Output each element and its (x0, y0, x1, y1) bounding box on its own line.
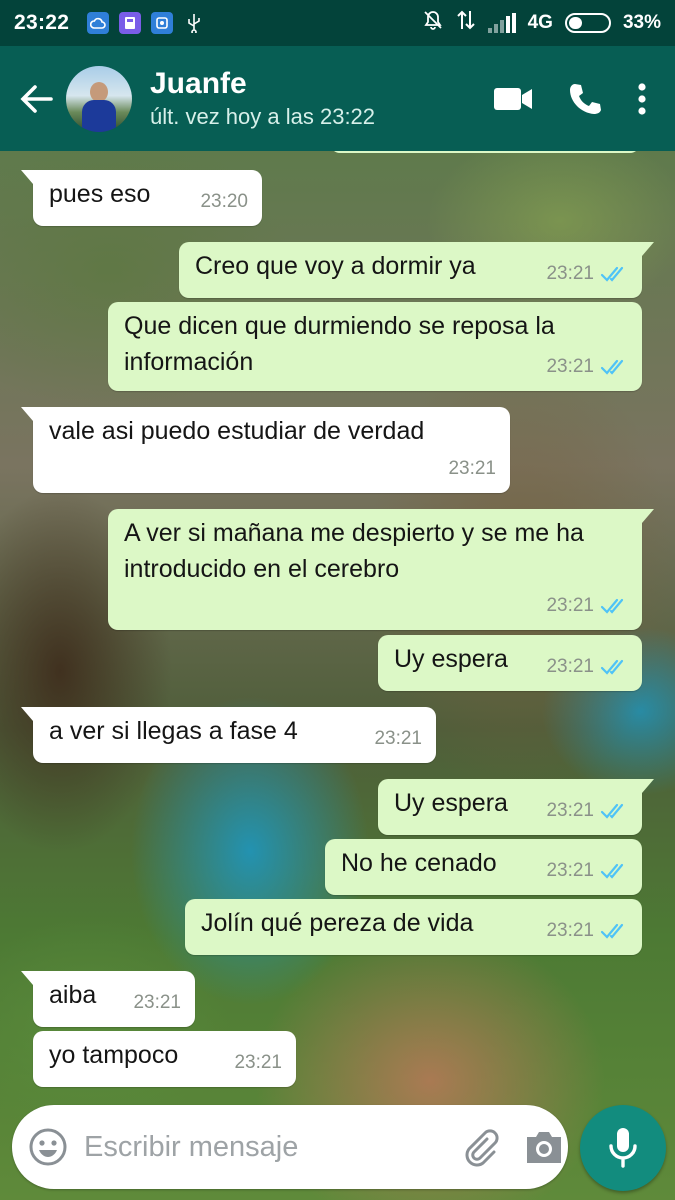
arrow-left-icon (20, 84, 53, 113)
message-outgoing[interactable]: Uy espera 23:21 (378, 635, 642, 691)
message-meta: 23:21 (234, 1045, 282, 1081)
message-meta: 23:21 (546, 913, 628, 949)
video-call-icon (494, 87, 532, 110)
message-meta: 23:20 (200, 184, 248, 220)
message-meta: 23:21 (546, 793, 628, 829)
camera-icon (527, 1132, 561, 1163)
vpn-icon (151, 12, 174, 34)
message-meta: 23:21 (133, 985, 181, 1021)
message-meta: 23:21 (546, 588, 628, 624)
data-transfer-icon (456, 9, 476, 37)
emoji-icon (29, 1128, 67, 1166)
message-incoming[interactable]: vale asi puedo estudiar de verdad 23:21 (21, 407, 510, 493)
chat-header: Juanfe últ. vez hoy a las 23:22 (0, 46, 675, 151)
message-text: A ver si mañana me despierto y se me ha … (124, 519, 584, 583)
message-composer (12, 1105, 568, 1189)
network-type: 4G (527, 12, 553, 33)
paperclip-icon (465, 1129, 499, 1167)
message-meta: 23:21 (546, 649, 628, 685)
message-text: a ver si llegas a fase 4 (49, 717, 298, 745)
back-button[interactable] (6, 69, 66, 129)
double-check-icon (600, 659, 624, 675)
message-outgoing[interactable]: Creo que voy a dormir ya 23:21 (179, 242, 654, 298)
message-time: 23:21 (546, 860, 594, 881)
message-input[interactable] (84, 1130, 461, 1164)
message-meta: 23:21 (546, 349, 628, 385)
message-time: 23:21 (234, 1052, 282, 1073)
message-meta: 23:21 (546, 853, 628, 889)
header-actions (493, 81, 647, 117)
message-outgoing[interactable]: No he cenado 23:21 (325, 839, 642, 895)
contact-name: Juanfe (150, 66, 247, 100)
message-text: vale asi puedo estudiar de verdad (49, 417, 425, 445)
message-incoming[interactable]: yo tampoco 23:21 (33, 1031, 296, 1087)
cloud-icon (87, 12, 110, 34)
signal-icon (487, 13, 516, 33)
more-options-icon (638, 82, 646, 115)
battery-percent: 33% (622, 12, 661, 33)
message-time: 23:21 (374, 728, 422, 749)
message-time: 23:21 (546, 656, 594, 677)
notification-icons (87, 12, 205, 34)
phone-call-icon (570, 83, 601, 114)
message-time: 23:21 (546, 263, 594, 284)
phone-call-button[interactable] (567, 81, 603, 117)
video-call-button[interactable] (493, 85, 533, 113)
message-time: 23:21 (546, 356, 594, 377)
last-seen: últ. vez hoy a las 23:22 (150, 103, 376, 129)
more-options-button[interactable] (637, 82, 647, 116)
message-time: 23:21 (546, 800, 594, 821)
message-outgoing[interactable]: Uy espera 23:21 (378, 779, 654, 835)
message-incoming[interactable]: pues eso 23:20 (21, 170, 262, 226)
message-time: 23:20 (200, 191, 248, 212)
double-check-icon (600, 863, 624, 879)
message-meta: 23:21 (448, 451, 496, 487)
double-check-icon (600, 359, 624, 375)
message-time: 23:21 (133, 992, 181, 1013)
message-meta: 23:21 (546, 256, 628, 292)
status-right: 4G 33% (422, 9, 661, 37)
message-outgoing[interactable]: Que dicen que durmiendo se reposa la inf… (108, 302, 642, 391)
partial-message-bubble (330, 151, 640, 153)
message-incoming[interactable]: a ver si llegas a fase 4 23:21 (21, 707, 436, 763)
status-time: 23:22 (14, 11, 70, 34)
mute-icon (422, 9, 444, 37)
avatar[interactable] (66, 65, 132, 132)
contact-info[interactable]: Juanfe últ. vez hoy a las 23:22 (150, 66, 493, 132)
status-bar: 23:22 4G 33% (0, 0, 675, 46)
double-check-icon (600, 923, 624, 939)
double-check-icon (600, 598, 624, 614)
message-incoming[interactable]: aiba 23:21 (21, 971, 195, 1027)
microphone-icon (609, 1128, 637, 1168)
message-time: 23:21 (448, 458, 496, 479)
chat-area[interactable]: pues eso 23:20 Creo que voy a dormir ya … (0, 151, 675, 1200)
message-time: 23:21 (546, 920, 594, 941)
camera-button[interactable] (523, 1124, 565, 1170)
voice-record-button[interactable] (580, 1105, 666, 1191)
message-outgoing[interactable]: Jolín qué pereza de vida 23:21 (185, 899, 642, 955)
battery-icon (564, 13, 611, 33)
message-meta: 23:21 (374, 721, 422, 757)
emoji-button[interactable] (28, 1125, 68, 1169)
message-outgoing[interactable]: A ver si mañana me despierto y se me ha … (108, 509, 654, 630)
gallery-icon (119, 12, 142, 34)
double-check-icon (600, 266, 624, 282)
double-check-icon (600, 803, 624, 819)
usb-icon (183, 12, 205, 34)
message-time: 23:21 (546, 595, 594, 616)
attach-button[interactable] (461, 1124, 501, 1170)
